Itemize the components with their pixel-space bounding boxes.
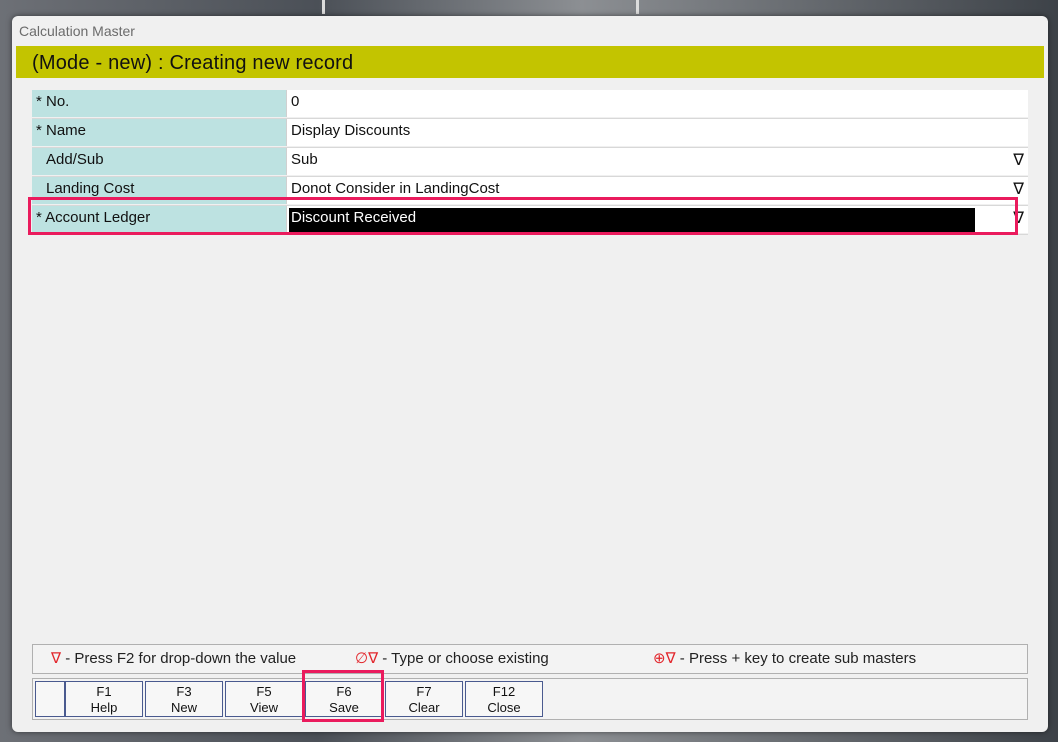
key-label: Save [329, 700, 359, 715]
key-label: Close [487, 700, 521, 715]
key-label: Clear [408, 700, 440, 715]
calculation-master-window: Calculation Master (Mode - new) : Creati… [12, 16, 1048, 732]
field-row-no: * No. 0 [32, 90, 1028, 119]
key-code: F7 [416, 684, 432, 699]
key-label: Help [90, 700, 118, 715]
legend-type-text: - Type or choose existing [378, 650, 549, 667]
key-label: New [170, 700, 197, 715]
f3-new-button[interactable]: F3 New [145, 681, 223, 717]
dropdown-triangle-icon[interactable]: ∇ [1013, 151, 1024, 171]
type-existing-legend-icon: ∅∇ [355, 650, 379, 667]
field-row-name: * Name Display Discounts [32, 119, 1028, 148]
key-code: F6 [336, 684, 352, 699]
function-key-blank[interactable] [35, 681, 65, 717]
key-legend: ∇ - Press F2 for drop-down the value ∅∇ … [32, 644, 1028, 674]
field-label-account-ledger: * Account Ledger [32, 206, 286, 233]
function-key-bar: F1 Help F3 New F5 View F6 Save F7 Clear … [32, 678, 1028, 720]
dropdown-triangle-icon[interactable]: ∇ [1013, 180, 1024, 200]
legend-dropdown: ∇ - Press F2 for drop-down the value [51, 645, 296, 673]
account-ledger-value: Discount Received [289, 208, 975, 232]
dropdown-legend-icon: ∇ [51, 650, 62, 667]
name-field[interactable]: Display Discounts [286, 119, 1028, 146]
field-row-add-sub: Add/Sub Sub ∇ [32, 148, 1028, 177]
field-label-add-sub: Add/Sub [32, 148, 286, 175]
name-field-value: Display Discounts [291, 122, 411, 139]
add-sub-value: Sub [291, 151, 318, 168]
account-ledger-select[interactable]: Discount Received ∇ [286, 206, 1028, 233]
mode-banner: (Mode - new) : Creating new record [16, 46, 1044, 78]
legend-create-sub: ⊕∇ - Press + key to create sub masters [653, 645, 916, 673]
window-title: Calculation Master [19, 23, 135, 39]
legend-create-text: - Press + key to create sub masters [675, 650, 917, 667]
no-field[interactable]: 0 [286, 90, 1028, 117]
f6-save-button[interactable]: F6 Save [305, 681, 383, 717]
key-code: F1 [96, 684, 112, 699]
field-row-landing-cost: Landing Cost Donot Consider in LandingCo… [32, 177, 1028, 206]
key-code: F12 [492, 684, 516, 699]
dropdown-triangle-icon[interactable]: ∇ [1013, 209, 1024, 229]
f1-help-button[interactable]: F1 Help [65, 681, 143, 717]
add-sub-select[interactable]: Sub ∇ [286, 148, 1028, 175]
create-sub-legend-icon: ⊕∇ [653, 650, 676, 667]
no-field-value: 0 [291, 93, 300, 110]
f12-close-button[interactable]: F12 Close [465, 681, 543, 717]
field-row-account-ledger: * Account Ledger Discount Received ∇ [32, 206, 1028, 235]
legend-type-existing: ∅∇ - Type or choose existing [355, 645, 549, 673]
record-form: * No. 0 * Name Display Discounts Add/Sub… [32, 90, 1028, 235]
field-label-name: * Name [32, 119, 286, 146]
key-label: View [250, 700, 278, 715]
background-divider [636, 0, 639, 14]
legend-dropdown-text: - Press F2 for drop-down the value [61, 650, 297, 667]
f5-view-button[interactable]: F5 View [225, 681, 303, 717]
background-divider [322, 0, 325, 14]
field-label-landing-cost: Landing Cost [32, 177, 286, 204]
f7-clear-button[interactable]: F7 Clear [385, 681, 463, 717]
landing-cost-value: Donot Consider in LandingCost [291, 180, 500, 197]
key-code: F5 [256, 684, 272, 699]
key-code: F3 [176, 684, 192, 699]
landing-cost-select[interactable]: Donot Consider in LandingCost ∇ [286, 177, 1028, 204]
field-label-no: * No. [32, 90, 286, 117]
